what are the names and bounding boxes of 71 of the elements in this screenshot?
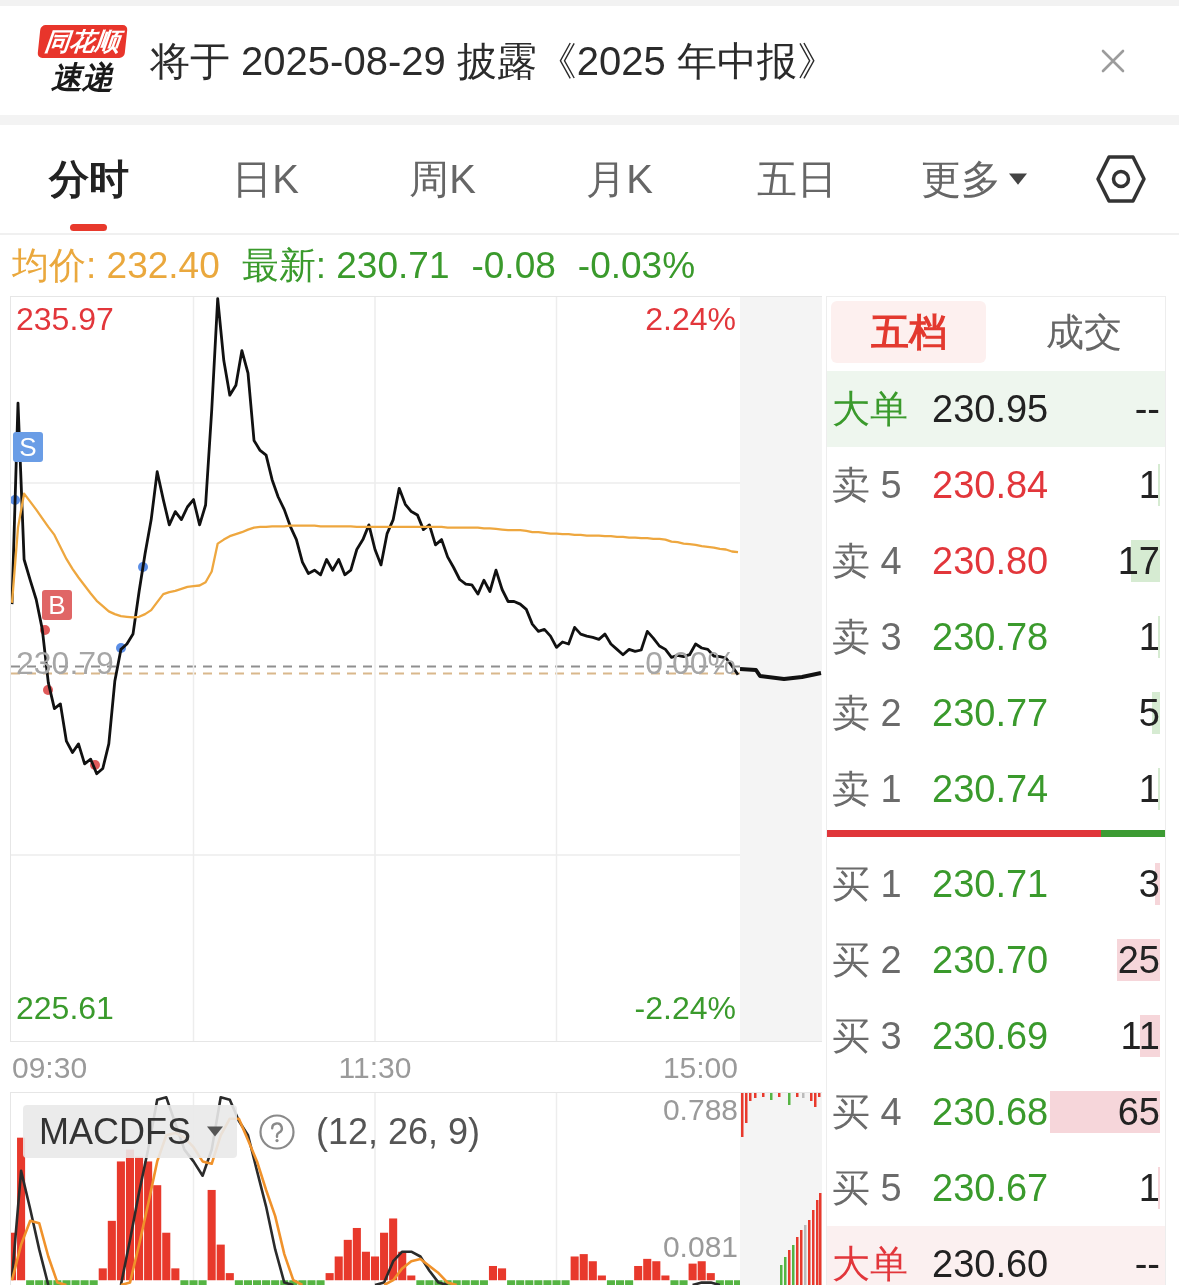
- time-axis-label: 15:00: [662, 1049, 738, 1086]
- order-volume: --: [1134, 1241, 1160, 1285]
- order-price: 230.68: [932, 1089, 1050, 1135]
- chart-tab[interactable]: 分时: [0, 125, 177, 233]
- order-volume: 1: [1138, 766, 1160, 812]
- settings-icon: [1095, 154, 1146, 204]
- row-label: 买 5: [832, 1165, 903, 1211]
- order-volume: 17: [1117, 538, 1160, 584]
- order-volume: 1: [1138, 462, 1160, 508]
- order-volume: 3: [1138, 861, 1160, 907]
- order-volume: 65: [1117, 1089, 1160, 1135]
- active-tab-indicator: [70, 224, 107, 231]
- row-label: 买 3: [832, 1013, 903, 1059]
- order-price: 230.69: [932, 1013, 1050, 1059]
- order-volume: 11: [1120, 1013, 1160, 1059]
- chart-tab[interactable]: 五日: [708, 125, 885, 233]
- order-book-tab[interactable]: 成交: [1006, 301, 1161, 363]
- latest-price: 最新: 230.71: [241, 243, 450, 288]
- order-volume: --: [1134, 386, 1160, 432]
- chart-tab[interactable]: 日K: [177, 125, 354, 233]
- row-label: 大单: [832, 386, 909, 432]
- price-axis-label: 235.97: [16, 300, 114, 337]
- indicator-scale-label: 0.081: [662, 1230, 738, 1264]
- row-label: 卖 3: [832, 614, 903, 660]
- indicator-scale-label: 0.788: [662, 1093, 738, 1127]
- order-price: 230.95: [932, 386, 1050, 432]
- row-label: 买 2: [832, 937, 903, 983]
- notice-title: 将于 2025-08-29 披露《2025 年中报》: [150, 37, 837, 85]
- time-axis-label: 09:30: [12, 1049, 88, 1086]
- trade-flag: S: [13, 432, 43, 462]
- help-icon: [259, 1114, 295, 1150]
- percent-axis-label: 2.24%: [645, 300, 736, 337]
- order-price: 230.77: [932, 690, 1050, 736]
- time-axis-label: 11:30: [338, 1049, 412, 1086]
- trade-flag: B: [42, 590, 72, 620]
- row-label: 大单: [832, 1241, 909, 1285]
- order-price: 230.74: [932, 766, 1050, 812]
- order-price: 230.78: [932, 614, 1050, 660]
- percent-change: -0.03%: [577, 243, 696, 288]
- order-book-tab[interactable]: 五档: [831, 301, 986, 363]
- order-price: 230.71: [932, 861, 1050, 907]
- order-volume: 1: [1138, 614, 1160, 660]
- order-price: 230.84: [932, 462, 1050, 508]
- price-axis-label: 225.61: [16, 990, 114, 1027]
- indicator-dropdown[interactable]: MACDFS: [23, 1105, 237, 1158]
- order-volume: 5: [1138, 690, 1160, 736]
- row-label: 卖 5: [832, 462, 903, 508]
- percent-axis-label: -2.24%: [634, 990, 736, 1027]
- order-price: 230.80: [932, 538, 1050, 584]
- order-price: 230.67: [932, 1165, 1050, 1211]
- row-label: 卖 1: [832, 766, 903, 812]
- order-volume: 1: [1138, 1165, 1160, 1211]
- caret-icon: [1008, 173, 1027, 185]
- chart-tab[interactable]: 周K: [354, 125, 531, 233]
- chart-tab[interactable]: 更多: [885, 125, 1062, 233]
- caret-icon: [207, 1126, 223, 1137]
- order-price: 230.60: [932, 1241, 1050, 1285]
- logo-text: 速递: [51, 60, 113, 96]
- indicator-params: (12, 26, 9): [316, 1110, 481, 1154]
- row-label: 卖 2: [832, 690, 903, 736]
- chart-tab[interactable]: 月K: [531, 125, 708, 233]
- order-volume: 25: [1117, 937, 1160, 983]
- order-price: 230.70: [932, 937, 1050, 983]
- average-price: 均价: 232.40: [12, 243, 220, 288]
- price-change: -0.08: [471, 243, 556, 288]
- row-label: 买 4: [832, 1089, 903, 1135]
- logo-badge: 同花顺: [36, 25, 128, 58]
- histogram-bar: [579, 1254, 588, 1281]
- close-icon: [1101, 48, 1125, 73]
- row-label: 买 1: [832, 861, 903, 907]
- row-label: 卖 4: [832, 538, 903, 584]
